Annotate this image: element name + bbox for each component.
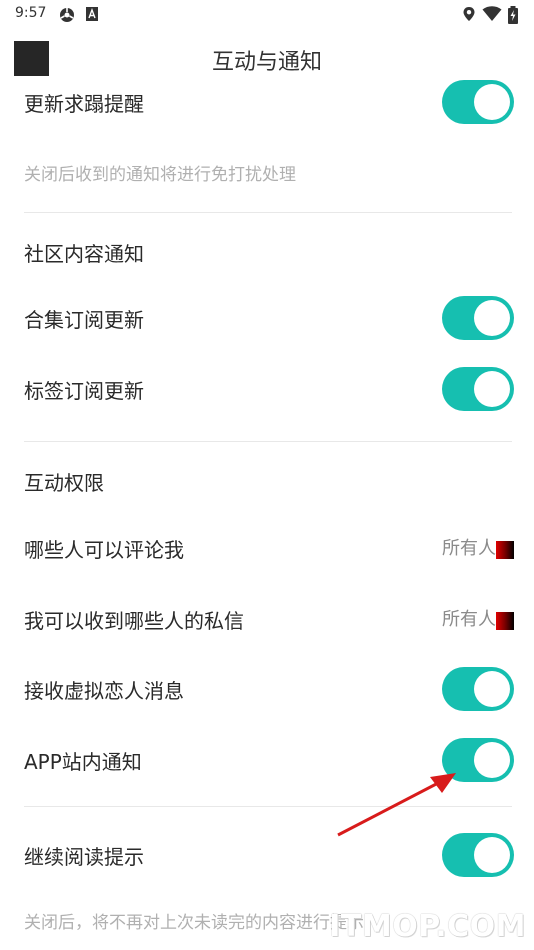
toggle-knob [474, 837, 510, 873]
watermark-logo: ITMOP.COM [329, 909, 526, 944]
setting-label: 我可以收到哪些人的私信 [24, 609, 244, 633]
setting-row-update-reminder: 更新求蹋提醒 [24, 80, 514, 124]
setting-row-collection-sub: 合集订阅更新 [24, 296, 514, 340]
collection-sub-toggle[interactable] [442, 296, 514, 340]
update-hint-text: 关闭后收到的通知将进行免打扰处理 [24, 165, 296, 185]
status-bar: 9:57 [0, 0, 534, 28]
setting-row-who-message[interactable]: 我可以收到哪些人的私信 所有人 [24, 597, 514, 637]
community-section-title: 社区内容通知 [24, 242, 144, 266]
who-comment-value: 所有人 [442, 538, 496, 559]
page-title: 互动与通知 [211, 50, 322, 75]
wifi-icon [482, 6, 502, 26]
divider [24, 212, 512, 213]
setting-label: 哪些人可以评论我 [24, 538, 184, 562]
update-reminder-toggle[interactable] [442, 80, 514, 124]
toggle-knob [474, 671, 510, 707]
setting-label: APP站内通知 [24, 750, 142, 774]
chevron-right-icon [496, 541, 514, 559]
virtual-lover-toggle[interactable] [442, 667, 514, 711]
android-system-icon [58, 6, 76, 28]
interaction-section-title: 互动权限 [24, 471, 104, 495]
toggle-knob [474, 742, 510, 778]
setting-label: 更新求蹋提醒 [24, 92, 144, 116]
location-icon [462, 6, 476, 26]
toggle-knob [474, 300, 510, 336]
setting-row-who-comment[interactable]: 哪些人可以评论我 所有人 [24, 526, 514, 566]
chevron-right-icon [496, 612, 514, 630]
toggle-knob [474, 84, 510, 120]
setting-label: 继续阅读提示 [24, 845, 144, 869]
setting-label: 标签订阅更新 [24, 379, 144, 403]
annotation-arrow-icon [337, 773, 456, 837]
tag-sub-toggle[interactable] [442, 367, 514, 411]
setting-row-virtual-lover: 接收虚拟恋人消息 [24, 667, 514, 711]
who-message-value: 所有人 [442, 609, 496, 630]
divider [24, 441, 512, 442]
status-time: 9:57 [15, 5, 47, 21]
toggle-knob [474, 371, 510, 407]
setting-row-tag-sub: 标签订阅更新 [24, 367, 514, 411]
continue-hint-text: 关闭后，将不再对上次未读完的内容进行提示 [24, 913, 364, 933]
a-badge-icon [85, 6, 99, 26]
battery-charging-icon [507, 6, 519, 28]
setting-label: 合集订阅更新 [24, 308, 144, 332]
setting-label: 接收虚拟恋人消息 [24, 679, 184, 703]
